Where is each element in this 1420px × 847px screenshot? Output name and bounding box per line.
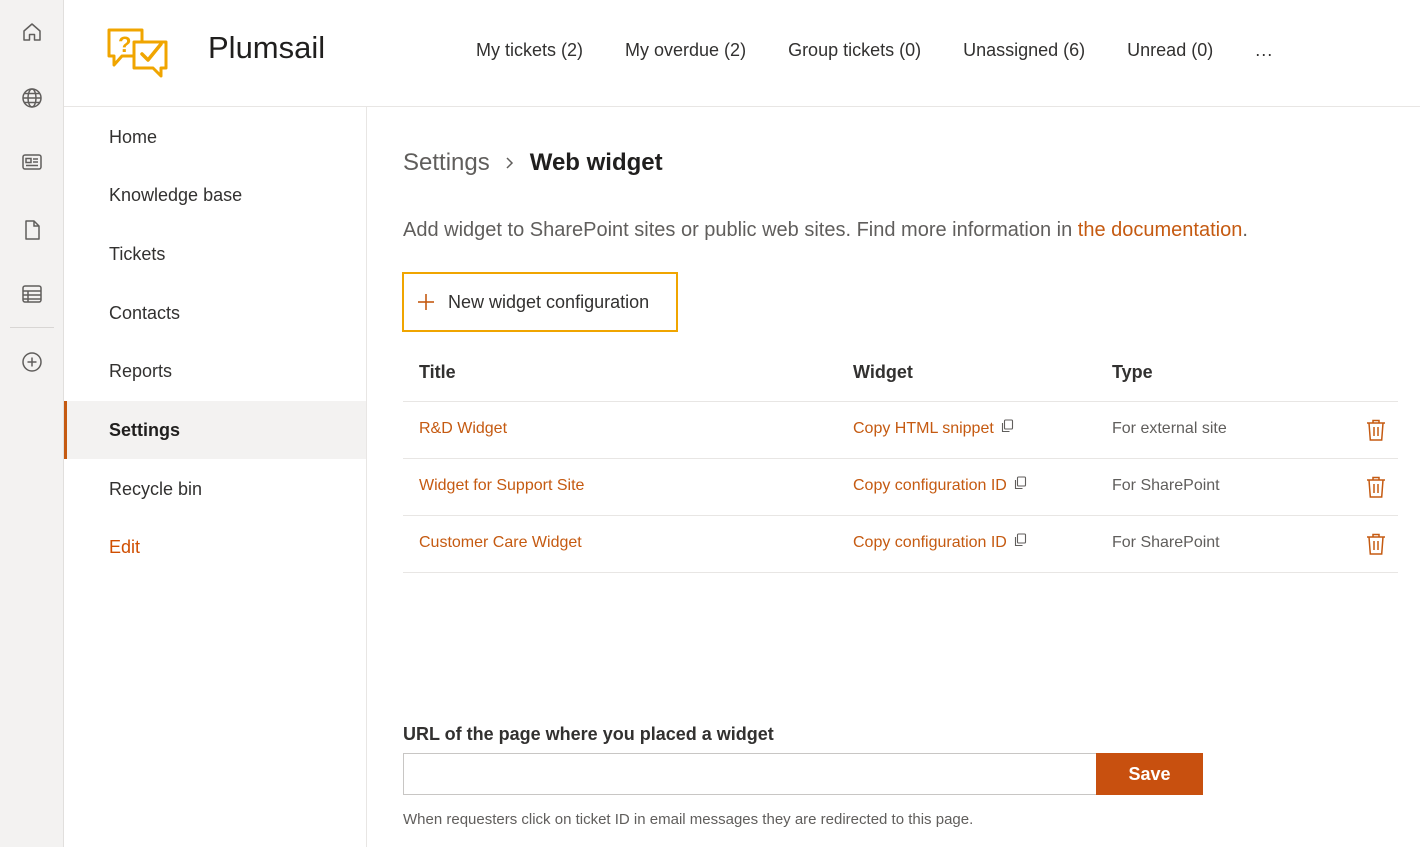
breadcrumb-settings[interactable]: Settings <box>403 149 490 177</box>
sidebar-item-home[interactable]: Home <box>64 108 366 166</box>
url-input[interactable] <box>403 753 1096 795</box>
sidebar-edit-link[interactable]: Edit <box>64 518 366 576</box>
brand-name: Plumsail <box>208 30 326 65</box>
copy-icon <box>1013 476 1027 490</box>
copy-icon <box>1000 419 1014 433</box>
copy-link-label: Copy HTML snippet <box>853 420 994 437</box>
globe-icon[interactable] <box>16 82 48 114</box>
nav-my-tickets[interactable]: My tickets (2) <box>476 38 583 62</box>
document-icon[interactable] <box>16 214 48 246</box>
row-type: For SharePoint <box>1112 477 1220 494</box>
new-widget-configuration-button[interactable]: New widget configuration <box>402 272 678 332</box>
nav-more-button[interactable]: ... <box>1255 38 1273 62</box>
trash-icon[interactable] <box>1365 418 1387 442</box>
column-title[interactable]: Title <box>419 362 456 383</box>
add-circle-icon[interactable] <box>16 346 48 378</box>
copy-icon <box>1013 533 1027 547</box>
table-header: Title Widget Type <box>403 345 1398 402</box>
header: ? Plumsail My tickets (2) My overdue (2)… <box>64 0 1420 107</box>
row-title-link[interactable]: Widget for Support Site <box>419 477 584 495</box>
rail-divider <box>10 327 54 328</box>
top-nav: My tickets (2) My overdue (2) Group tick… <box>476 38 1273 62</box>
sidebar-item-recycle-bin[interactable]: Recycle bin <box>64 460 366 518</box>
main-content: Settings Web widget Add widget to ShareP… <box>367 107 1420 847</box>
sidebar-item-contacts[interactable]: Contacts <box>64 284 366 342</box>
save-button[interactable]: Save <box>1096 753 1203 795</box>
copy-html-snippet-link[interactable]: Copy HTML snippet <box>853 419 1014 438</box>
nav-unassigned[interactable]: Unassigned (6) <box>963 38 1085 62</box>
row-type: For SharePoint <box>1112 534 1220 551</box>
news-icon[interactable] <box>16 146 48 178</box>
sidebar-item-settings[interactable]: Settings <box>64 401 366 459</box>
new-widget-configuration-label: New widget configuration <box>448 291 650 312</box>
sidebar-item-knowledge-base[interactable]: Knowledge base <box>64 166 366 224</box>
table-row: Widget for Support Site Copy configurati… <box>403 459 1398 516</box>
nav-my-overdue[interactable]: My overdue (2) <box>625 38 746 62</box>
description-text: Add widget to SharePoint sites or public… <box>403 219 1078 241</box>
trash-icon[interactable] <box>1365 475 1387 499</box>
sidebar-item-tickets[interactable]: Tickets <box>64 225 366 283</box>
sidebar: Home Knowledge base Tickets Contacts Rep… <box>64 107 367 847</box>
row-title-link[interactable]: R&D Widget <box>419 420 507 438</box>
sidebar-item-reports[interactable]: Reports <box>64 342 366 400</box>
column-type[interactable]: Type <box>1112 362 1153 383</box>
list-icon[interactable] <box>16 278 48 310</box>
svg-text:?: ? <box>118 32 131 57</box>
copy-configuration-id-link[interactable]: Copy configuration ID <box>853 533 1027 552</box>
breadcrumb: Settings Web widget <box>403 149 663 177</box>
trash-icon[interactable] <box>1365 532 1387 556</box>
chevron-right-icon <box>504 156 516 170</box>
nav-group-tickets[interactable]: Group tickets (0) <box>788 38 921 62</box>
url-field-label: URL of the page where you placed a widge… <box>403 724 774 744</box>
table-row: R&D Widget Copy HTML snippet For externa… <box>403 402 1398 459</box>
app-rail <box>0 0 64 847</box>
row-title-link[interactable]: Customer Care Widget <box>419 534 582 552</box>
description-end: . <box>1242 219 1248 241</box>
widgets-table: Title Widget Type R&D Widget Copy HTML s… <box>403 345 1398 573</box>
documentation-link[interactable]: the documentation <box>1078 219 1243 241</box>
plumsail-logo-icon[interactable]: ? <box>106 26 170 78</box>
url-hint-text: When requesters click on ticket ID in em… <box>403 811 974 828</box>
column-widget[interactable]: Widget <box>853 362 913 383</box>
nav-unread[interactable]: Unread (0) <box>1127 38 1213 62</box>
copy-link-label: Copy configuration ID <box>853 477 1007 494</box>
home-icon[interactable] <box>16 16 48 48</box>
copy-configuration-id-link[interactable]: Copy configuration ID <box>853 476 1027 495</box>
copy-link-label: Copy configuration ID <box>853 534 1007 551</box>
plus-icon <box>416 292 436 312</box>
page-title: Web widget <box>529 149 663 176</box>
table-row: Customer Care Widget Copy configuration … <box>403 516 1398 573</box>
row-type: For external site <box>1112 420 1227 437</box>
page-description: Add widget to SharePoint sites or public… <box>403 219 1248 242</box>
